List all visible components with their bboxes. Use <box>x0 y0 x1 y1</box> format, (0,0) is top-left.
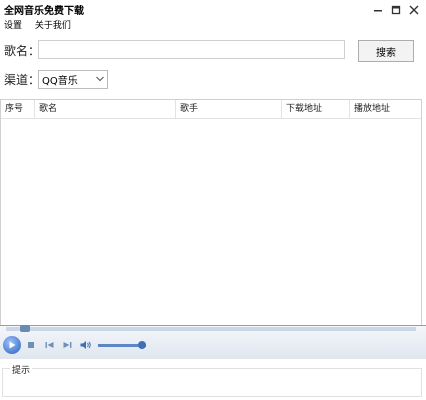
song-name-input[interactable] <box>38 40 345 59</box>
close-icon <box>409 5 419 15</box>
results-table[interactable]: 序号 歌名 歌手 下载地址 播放地址 <box>0 99 422 329</box>
previous-button[interactable] <box>43 339 55 351</box>
column-header-index[interactable]: 序号 <box>1 100 35 118</box>
menu-item-settings[interactable]: 设置 <box>4 21 22 31</box>
volume-button[interactable] <box>80 339 92 351</box>
column-header-song[interactable]: 歌名 <box>35 100 176 118</box>
hint-text <box>3 369 421 381</box>
close-button[interactable] <box>404 0 424 20</box>
next-icon <box>63 342 71 348</box>
menu-bar: 设置 关于我们 <box>4 18 81 31</box>
channel-select[interactable]: QQ音乐 <box>38 70 108 89</box>
seek-bar[interactable] <box>6 327 416 331</box>
window-title: 全网音乐免费下载 <box>4 6 84 17</box>
table-header: 序号 歌名 歌手 下载地址 播放地址 <box>1 100 421 119</box>
channel-label: 渠道： <box>4 73 41 87</box>
play-button[interactable] <box>3 336 21 354</box>
search-button[interactable]: 搜索 <box>358 40 414 62</box>
column-header-download-url[interactable]: 下载地址 <box>282 100 350 118</box>
previous-icon <box>45 342 53 348</box>
maximize-icon <box>391 5 401 15</box>
minimize-button[interactable] <box>368 0 388 20</box>
maximize-button[interactable] <box>386 0 406 20</box>
next-button[interactable] <box>61 339 73 351</box>
channel-selected-value: QQ音乐 <box>42 76 78 87</box>
hint-label: 提示 <box>10 363 33 376</box>
volume-handle[interactable] <box>138 341 146 349</box>
menu-item-about[interactable]: 关于我们 <box>35 21 71 31</box>
volume-icon <box>80 341 91 349</box>
chevron-down-icon[interactable] <box>93 75 107 85</box>
hint-groupbox <box>2 368 422 397</box>
column-header-artist[interactable]: 歌手 <box>176 100 282 118</box>
stop-button[interactable] <box>25 339 37 351</box>
play-icon <box>9 341 16 349</box>
column-header-play-url[interactable]: 播放地址 <box>350 100 421 118</box>
stop-icon <box>28 342 34 348</box>
song-name-label: 歌名： <box>4 44 41 58</box>
minimize-icon <box>374 10 382 12</box>
seek-handle[interactable] <box>20 325 30 332</box>
